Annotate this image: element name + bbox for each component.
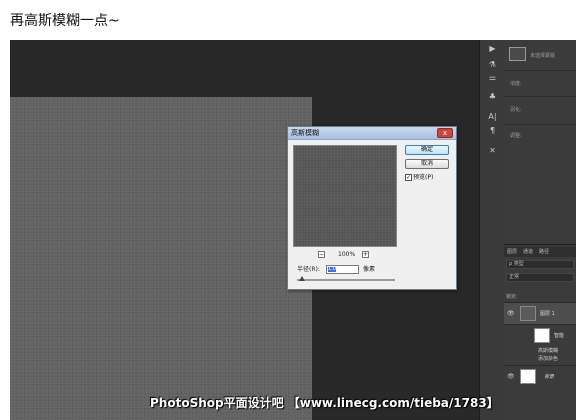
- photoshop-window: 高斯模糊 x − 100% + 确定 取消 ✓ 预览(P) 半径(R): 1.0 …: [10, 40, 576, 420]
- tools-icon[interactable]: ✕: [484, 144, 501, 158]
- radius-unit: 像素: [363, 266, 376, 273]
- preview-label: 预览(P): [413, 174, 434, 181]
- radius-slider-thumb[interactable]: [299, 276, 305, 281]
- layer-name: 图层 1: [540, 311, 555, 317]
- divider: [504, 96, 576, 97]
- eye-icon[interactable]: 👁: [507, 310, 515, 317]
- zoom-value: 100%: [338, 251, 356, 258]
- close-button[interactable]: x: [437, 128, 453, 138]
- radius-label: 半径(R):: [297, 266, 320, 273]
- dialog-titlebar[interactable]: 高斯模糊 x: [288, 127, 456, 140]
- layers-tabs: 图层 通道 路径: [504, 247, 576, 257]
- clone-source-icon[interactable]: ♣: [484, 90, 501, 104]
- zoom-in-button[interactable]: +: [362, 251, 369, 258]
- cancel-button[interactable]: 取消: [405, 159, 449, 169]
- layer-row-1[interactable]: 👁 图层 1: [504, 302, 576, 324]
- caption: 再高斯模糊一点~: [10, 13, 120, 29]
- document-canvas[interactable]: [10, 97, 312, 420]
- eye-icon[interactable]: 👁: [507, 373, 515, 380]
- watermark: PhotoShop平面设计吧 【www.linecg.com/tieba/178…: [150, 396, 499, 410]
- radius-row: 半径(R): 1.0 像素: [297, 265, 387, 275]
- layer-thumbnail: [520, 369, 536, 384]
- layer-thumbnail: [520, 306, 536, 321]
- tab-layers[interactable]: 图层: [507, 249, 517, 255]
- smart-filter-thumbnail: [534, 328, 550, 343]
- character-icon[interactable]: A|: [484, 110, 501, 124]
- ok-button[interactable]: 确定: [405, 145, 449, 155]
- paragraph-icon[interactable]: ¶: [484, 124, 501, 138]
- gaussian-blur-dialog: 高斯模糊 x − 100% + 确定 取消 ✓ 预览(P) 半径(R): 1.0 …: [287, 126, 457, 290]
- divider: [504, 124, 576, 125]
- radius-slider-track[interactable]: [297, 279, 395, 281]
- effect-gaussian-blur[interactable]: 高斯模糊: [538, 347, 558, 354]
- layer-name: 背景: [544, 374, 555, 380]
- zoom-out-button[interactable]: −: [318, 251, 325, 258]
- adjust-label: 调整:: [510, 133, 522, 139]
- mask-thumbnail[interactable]: [509, 47, 526, 61]
- preview-checkbox[interactable]: ✓ 预览(P): [405, 174, 433, 183]
- blur-preview[interactable]: [293, 145, 397, 247]
- lock-label: 锁定:: [506, 294, 518, 300]
- play-icon[interactable]: ▶: [484, 42, 501, 56]
- zoom-controls: − 100% +: [318, 250, 373, 260]
- right-panel: 未选择蒙版 浓度: 羽化: 调整: 图层 通道 路径 ρ 类型 正常 锁定: 👁 图…: [504, 40, 576, 420]
- brush-preset-icon[interactable]: ⚗: [484, 58, 501, 72]
- layer-row-background[interactable]: 👁 背景: [504, 365, 576, 387]
- mask-caption: 未选择蒙版: [530, 53, 556, 59]
- radius-input[interactable]: 1.0: [326, 265, 359, 274]
- radius-value: 1.0: [328, 266, 336, 272]
- feather-label: 羽化:: [510, 107, 522, 113]
- effect-add-noise[interactable]: 添加杂色: [538, 355, 558, 362]
- dialog-title: 高斯模糊: [291, 129, 319, 137]
- divider: [504, 70, 576, 71]
- tab-channels[interactable]: 通道: [523, 249, 533, 255]
- checkbox-mark[interactable]: ✓: [405, 174, 412, 181]
- density-label: 浓度:: [510, 81, 522, 87]
- blend-mode-select[interactable]: 正常: [506, 273, 574, 282]
- layers-panel: 图层 通道 路径 ρ 类型 正常 锁定: 👁 图层 1 智能 高斯模糊 添加杂色 👁…: [504, 247, 576, 420]
- layer-name: 智能: [554, 333, 565, 339]
- layer-row-smart[interactable]: 智能: [504, 324, 576, 346]
- tab-paths[interactable]: 路径: [539, 249, 549, 255]
- layer-filter-select[interactable]: ρ 类型: [506, 260, 574, 269]
- panel-tool-strip: ▶ ⚗ ⚌ ♣ A| ¶ ✕: [479, 40, 504, 420]
- properties-panel: 未选择蒙版 浓度: 羽化: 调整:: [504, 40, 576, 245]
- adjust-icon[interactable]: ⚌: [484, 71, 501, 85]
